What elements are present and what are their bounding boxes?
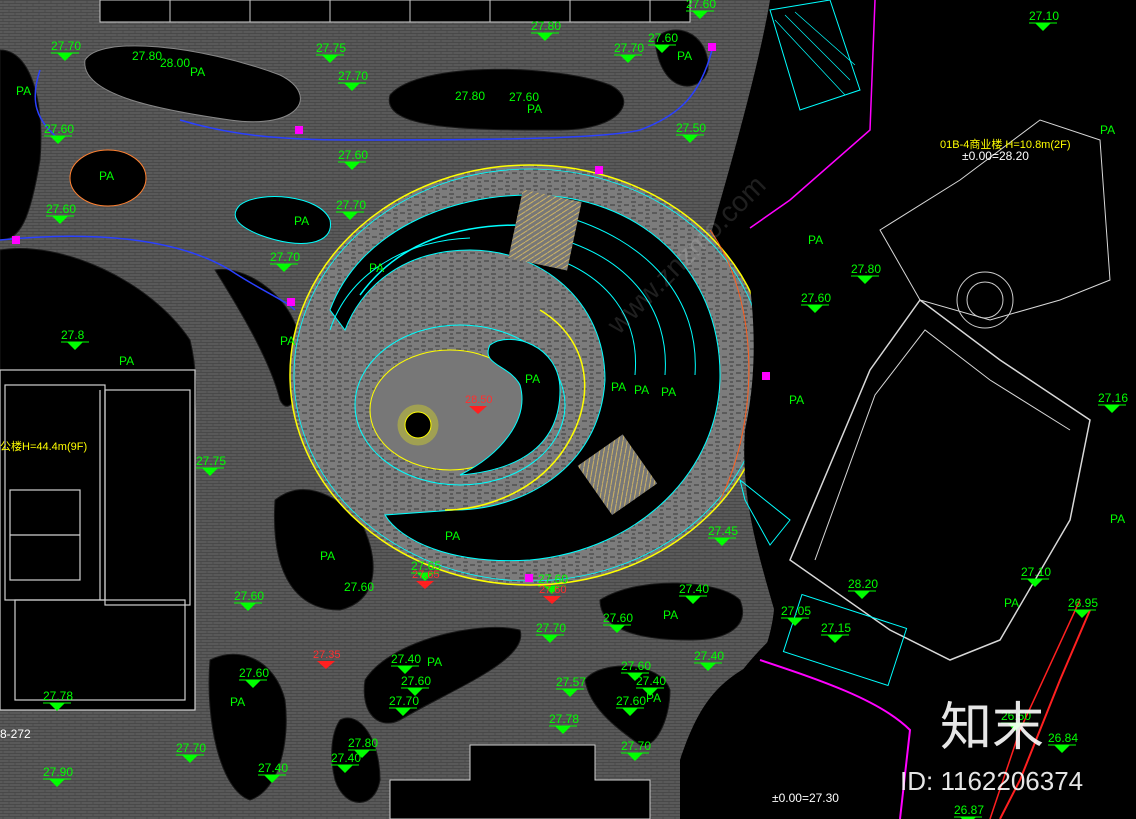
- elevation-label: 27.60: [621, 659, 651, 673]
- planting-label: PA: [661, 385, 676, 399]
- elevation-label: 27.60: [338, 148, 368, 162]
- elevation-label: 27.40: [258, 761, 288, 775]
- elevation-label: 27.8: [61, 328, 85, 342]
- planting-label: PA: [294, 214, 309, 228]
- planting-label: PA: [280, 334, 295, 348]
- elevation-label: 27.40: [391, 652, 421, 666]
- left-building-label: 公楼H=44.4m(9F): [0, 439, 87, 453]
- planting-label: PA: [677, 49, 692, 63]
- elevation-label: 27.60: [44, 122, 74, 136]
- elevation-label: 27.60: [686, 0, 716, 11]
- elevation-label: 27.10: [1029, 9, 1059, 23]
- elevation-label: 27.80: [348, 736, 378, 750]
- planting-label: PA: [119, 354, 134, 368]
- planting-label: PA: [1100, 123, 1115, 137]
- planting-label: PA: [16, 84, 31, 98]
- planting-label: PA: [1004, 596, 1019, 610]
- planting-label: PA: [190, 65, 205, 79]
- elevation-label: 26.95: [1068, 596, 1098, 610]
- elevation-label: 27.70: [336, 198, 366, 212]
- planting-label: 27.80: [132, 49, 162, 63]
- elevation-label: 27.60: [801, 291, 831, 305]
- right-building-level: ±0.00=28.20: [962, 149, 1029, 163]
- planting-label: PA: [646, 691, 661, 705]
- elevation-label: 27.70: [389, 694, 419, 708]
- elevation-label: 27.40: [679, 582, 709, 596]
- elevation-label: 27.90: [43, 765, 73, 779]
- planting-label: PA: [99, 169, 114, 183]
- elevation-label: 27.60: [234, 589, 264, 603]
- planting-label: PA: [427, 655, 442, 669]
- elevation-label: 27.70: [536, 621, 566, 635]
- elevation-label: 27.40: [694, 649, 724, 663]
- elevation-label: 27.75: [316, 41, 346, 55]
- elevation-label: 27.05: [781, 604, 811, 618]
- planting-label: PA: [445, 529, 460, 543]
- elevation-label: 27.80: [531, 19, 561, 33]
- top-building: [99, 0, 691, 23]
- planting-label: PA: [1110, 512, 1125, 526]
- elevation-label: 27.15: [821, 621, 851, 635]
- elevation-label: 27.50: [676, 121, 706, 135]
- planting-label: 28.00: [160, 56, 190, 70]
- elevation-label: 27.70: [614, 41, 644, 55]
- elevation-label: 27.70: [621, 739, 651, 753]
- planting-label: PA: [525, 372, 540, 386]
- elevation-label: 27.60: [239, 666, 269, 680]
- planting-label: PA: [663, 608, 678, 622]
- elevation-label: 27.40: [331, 751, 361, 765]
- elevation-label: 27.40: [636, 674, 666, 688]
- elevation-label: 27.60: [401, 674, 431, 688]
- red-marker-label: 28.50: [465, 394, 493, 406]
- planting-label: PA: [527, 102, 542, 116]
- elevation-label: 27.70: [270, 250, 300, 264]
- elevation-label: 27.60: [648, 31, 678, 45]
- elevation-marker: 26.87: [954, 803, 984, 819]
- left-building: [0, 369, 196, 711]
- planting-label: PA: [808, 233, 823, 247]
- elevation-label: 27.60: [616, 694, 646, 708]
- watermark-brand: 知末: [940, 699, 1044, 757]
- elevation-label: 28.20: [848, 577, 878, 591]
- elevation-label: 27.57: [556, 675, 586, 689]
- elevation-label: 27.16: [1098, 391, 1128, 405]
- planting-label: 27.60: [344, 580, 374, 594]
- elevation-label: 27.70: [176, 741, 206, 755]
- planting-label: PA: [320, 549, 335, 563]
- elevation-label: 27.78: [43, 689, 73, 703]
- elevation-label: 27.60: [46, 202, 76, 216]
- planting-label: PA: [634, 383, 649, 397]
- elevation-label: 27.45: [708, 524, 738, 538]
- planting-label: PA: [230, 695, 245, 709]
- elevation-label: 27.10: [1021, 565, 1051, 579]
- planting-label: PA: [369, 261, 384, 275]
- elevation-label: 26.87: [954, 803, 984, 817]
- red-marker-label: 27.35: [313, 649, 341, 661]
- red-marker-label: 27.60: [539, 584, 567, 596]
- planting-label: PA: [611, 380, 626, 394]
- watermark-id: ID: 1162206374: [900, 766, 1083, 796]
- red-marker-label: 27.65: [412, 569, 440, 581]
- bottom-left-label: 8-272: [0, 727, 31, 741]
- planting-label: 27.80: [455, 89, 485, 103]
- elevation-label: 27.80: [851, 262, 881, 276]
- elevation-label: 27.78: [549, 712, 579, 726]
- elevation-label: 26.84: [1048, 731, 1078, 745]
- elevation-label: 27.70: [51, 39, 81, 53]
- planting-label: PA: [789, 393, 804, 407]
- site-plan-drawing: 27.80 27.60 27.70 27.75 27.70 27.60 27.70 27.60…: [0, 0, 1136, 819]
- bottom-level-label: ±0.00=27.30: [772, 791, 839, 805]
- elevation-label: 27.75: [196, 454, 226, 468]
- elevation-label: 27.70: [338, 69, 368, 83]
- elevation-label: 27.60: [603, 611, 633, 625]
